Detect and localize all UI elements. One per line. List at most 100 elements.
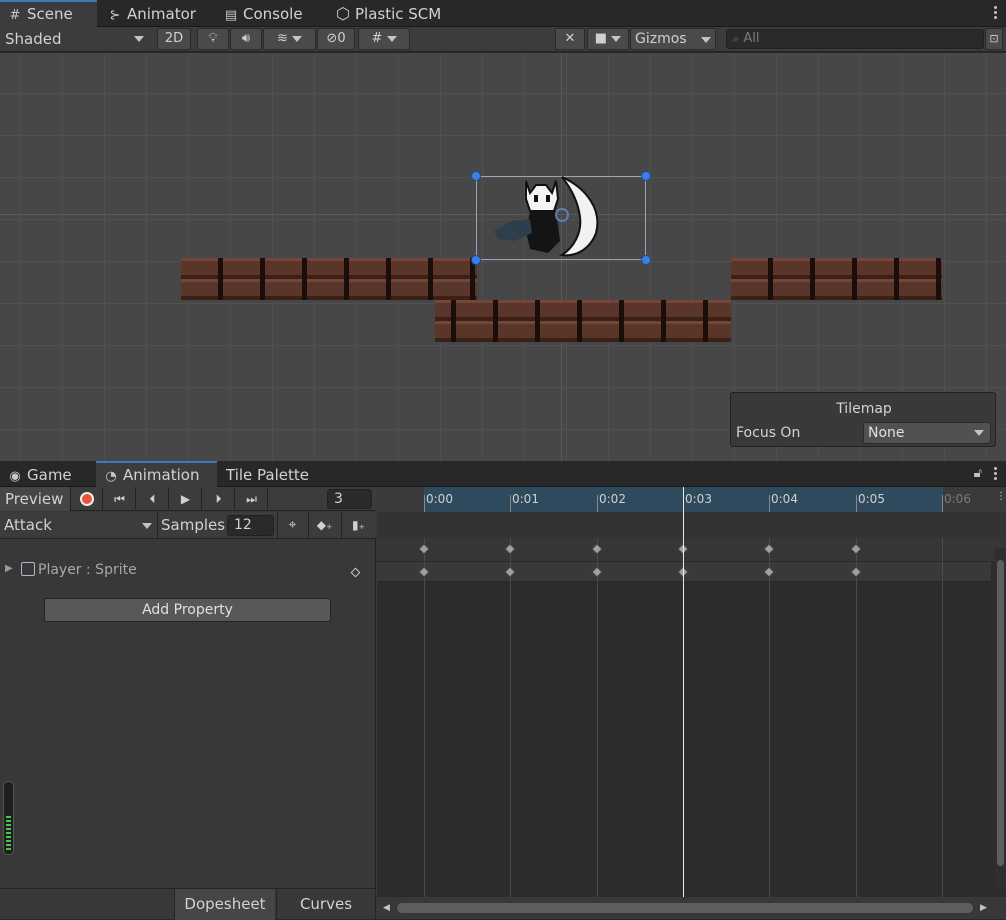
grid-icon: # (371, 31, 383, 46)
first-keyframe-button[interactable]: ⏮︎ (104, 487, 136, 511)
events-row (377, 512, 1006, 538)
playhead[interactable] (683, 487, 684, 897)
effects-dropdown[interactable]: ≋ (263, 28, 316, 50)
time-ruler-label: 0:02 (599, 492, 626, 506)
time-ruler[interactable]: 0:00 0:01 0:02 0:03 0:04 0:05 0:06 (377, 487, 1006, 512)
scroll-right-icon[interactable]: ▶ (980, 903, 987, 913)
timeline-kebab-icon[interactable]: ⋮ (996, 491, 1006, 502)
hash-grid-icon: # (9, 8, 21, 23)
tilemap-bricks (731, 258, 942, 300)
prev-keyframe-button[interactable]: ⏴︎ (137, 487, 169, 511)
tab-animator[interactable]: ⊱ Animator (100, 0, 204, 27)
shading-mode-dropdown[interactable]: Shaded (0, 27, 152, 51)
next-keyframe-button[interactable]: ⏵︎ (203, 487, 235, 511)
resize-handle[interactable] (641, 255, 651, 265)
resize-handle[interactable] (471, 255, 481, 265)
chevron-down-icon (701, 37, 711, 43)
last-keyframe-button[interactable]: ⏭︎ (236, 487, 268, 511)
play-icon: ▶ (180, 492, 191, 506)
scene-visibility-toggle[interactable]: ⊘0 (317, 28, 355, 50)
chevron-down-icon (142, 523, 152, 529)
bottom-kebab-menu-icon[interactable] (992, 465, 998, 483)
record-button[interactable] (71, 487, 103, 511)
toggle-2d-button[interactable]: 2D (157, 28, 191, 50)
vertical-scroll-thumb[interactable] (997, 560, 1004, 866)
level-meter (3, 781, 14, 855)
vertical-scrollbar[interactable] (995, 548, 1006, 888)
bottom-tab-bar: ◉ Game ◔ Animation Tile Palette 🔓︎ (0, 461, 1006, 488)
tilemap-bricks (181, 258, 477, 300)
record-icon (80, 492, 94, 506)
add-property-button[interactable]: Add Property (44, 598, 331, 622)
tab-console[interactable]: ▤ Console (216, 0, 311, 27)
tilemap-overlay-title: Tilemap (836, 401, 892, 417)
speaker-icon: 🔊︎ (241, 31, 251, 46)
time-ruler-tick (510, 495, 511, 512)
add-keyframe-button[interactable]: ◆₊ (308, 512, 340, 539)
tab-scene[interactable]: # Scene (0, 0, 97, 27)
tab-game[interactable]: ◉ Game (0, 461, 80, 488)
sprite-renderer-icon (21, 562, 35, 576)
dopesheet-tab[interactable]: Dopesheet (174, 889, 275, 920)
timeline-gridline (769, 538, 770, 897)
gizmos-dropdown[interactable]: Gizmos (630, 28, 716, 50)
skip-end-icon: ⏭︎ (246, 492, 257, 506)
clip-dropdown[interactable]: Attack (0, 512, 158, 539)
tab-animation[interactable]: ◔ Animation (96, 461, 217, 488)
step-forward-icon: ⏵︎ (215, 492, 222, 506)
animation-panel: ◉ Game ◔ Animation Tile Palette 🔓︎ Preview… (0, 461, 1006, 920)
timeline-gridline (597, 538, 598, 897)
lock-icon[interactable]: 🔓︎ (974, 466, 982, 481)
scene-view[interactable]: Tilemap Focus On None (0, 53, 1006, 461)
frame-input[interactable]: 3 (327, 489, 372, 509)
camera-dropdown[interactable]: ■ (587, 28, 629, 50)
scene-search-input[interactable]: ⌕ All (726, 29, 984, 49)
tab-plastic-scm[interactable]: ⬡ Plastic SCM (328, 0, 449, 27)
skip-start-icon: ⏮︎ (114, 492, 125, 506)
horizontal-scrollbar[interactable]: ◀ ▶ (377, 897, 1006, 919)
scroll-left-icon[interactable]: ◀ (383, 903, 390, 913)
horizontal-scroll-thumb[interactable] (397, 903, 973, 913)
timeline-gridline (424, 538, 425, 897)
search-options-icon[interactable]: ⊡ (985, 28, 1003, 50)
property-keyframe-toggle-icon[interactable] (350, 567, 361, 578)
expand-triangle-icon[interactable]: ▶ (5, 563, 13, 574)
tilemap-bricks (435, 300, 731, 342)
grid-snapping-dropdown[interactable]: # (358, 28, 410, 50)
focus-on-dropdown[interactable]: None (863, 422, 991, 444)
layers-icon: ≋ (276, 31, 288, 46)
chevron-down-icon (386, 35, 397, 42)
resize-handle[interactable] (641, 171, 651, 181)
tools-button[interactable]: ✕ (555, 28, 585, 50)
tilemap-overlay: Tilemap Focus On None (730, 392, 996, 447)
resize-handle[interactable] (471, 171, 481, 181)
top-tab-bar: # Scene ⊱ Animator ▤ Console ⬡ Plastic SCM (0, 0, 1006, 27)
preview-button[interactable]: Preview (0, 487, 71, 511)
curves-tab[interactable]: Curves (276, 889, 375, 920)
keyframe-filter-button[interactable]: ⌖ (277, 512, 307, 539)
add-keyframe-icon: ◆₊ (316, 518, 333, 532)
add-event-button[interactable]: ▮₊ (341, 512, 375, 539)
animation-clock-icon: ◔ (105, 469, 117, 484)
lighting-toggle[interactable]: 💡︎ (197, 28, 229, 50)
audio-toggle[interactable]: 🔊︎ (230, 28, 262, 50)
samples-input[interactable]: 12 (227, 515, 274, 536)
play-button[interactable]: ▶ (170, 487, 202, 511)
time-ruler-label: 0:01 (512, 492, 539, 506)
top-kebab-menu-icon[interactable] (992, 4, 998, 22)
chevron-down-icon (611, 35, 622, 42)
time-ruler-label: 0:06 (944, 492, 971, 506)
target-icon: ⌖ (288, 517, 297, 533)
tab-tile-palette[interactable]: Tile Palette (218, 461, 317, 488)
camera-icon: ■ (594, 31, 608, 46)
player-sprite[interactable] (490, 171, 602, 261)
time-ruler-label: 0:03 (685, 492, 712, 506)
dopesheet-timeline[interactable]: 0:00 0:01 0:02 0:03 0:04 0:05 0:06 ⋮ ◀ ▶ (377, 487, 1006, 919)
time-ruler-tick (597, 495, 598, 512)
level-meter-fill (6, 816, 11, 850)
focus-on-label: Focus On (736, 425, 801, 441)
plastic-scm-icon: ⬡ (336, 4, 350, 23)
property-list: ▶ Player : Sprite Add Property (0, 539, 376, 888)
time-ruler-label: 0:05 (858, 492, 885, 506)
time-ruler-tick (424, 495, 425, 512)
